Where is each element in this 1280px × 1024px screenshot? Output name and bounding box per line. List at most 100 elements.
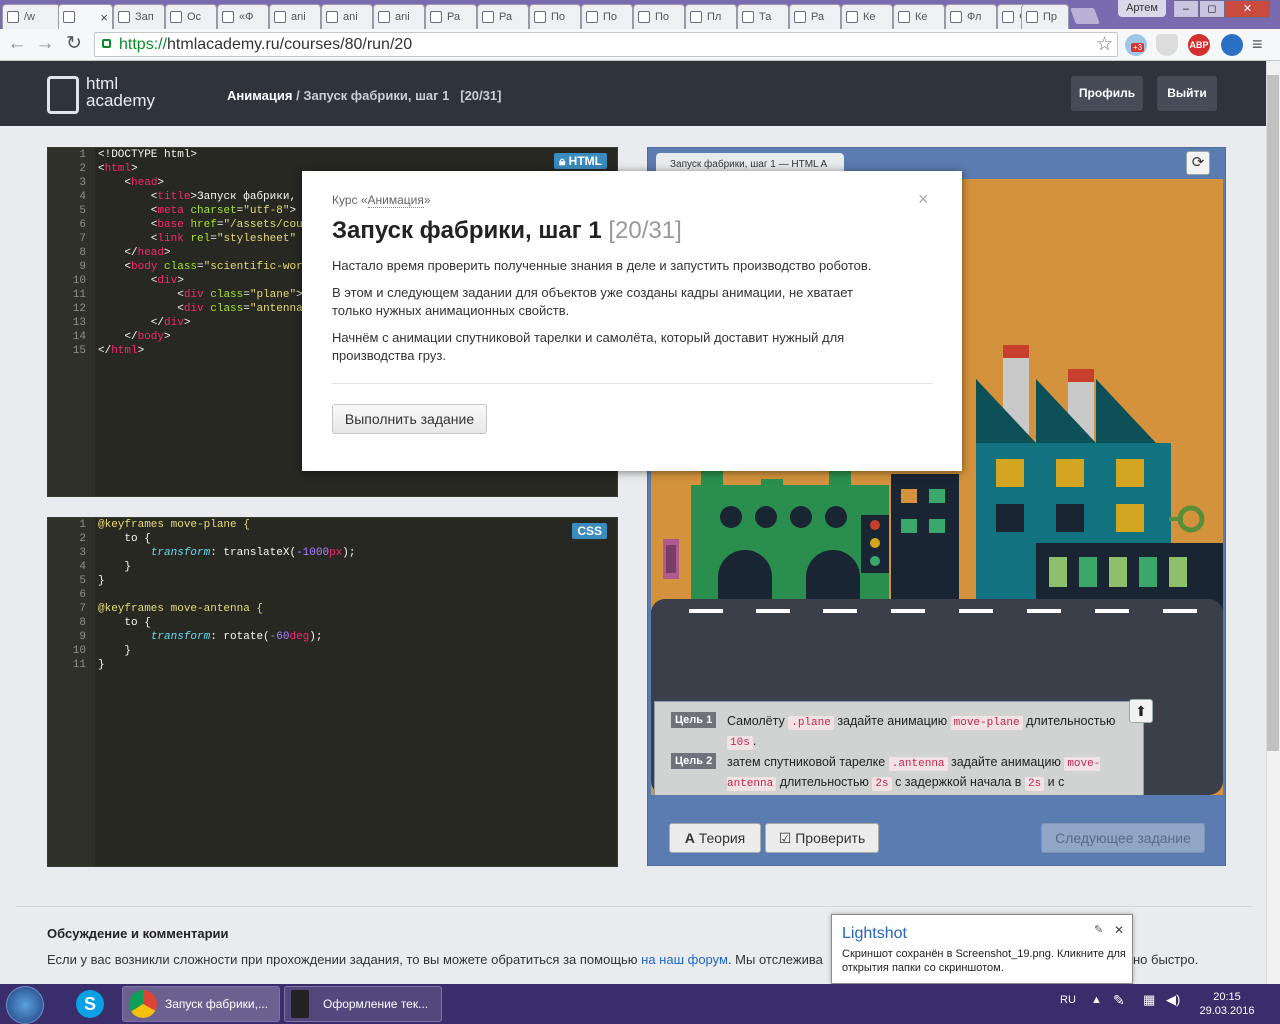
line-number: 6: [79, 219, 86, 231]
collapse-goals-icon[interactable]: ⬆: [1129, 699, 1153, 723]
browser-tab[interactable]: Зап: [113, 4, 165, 29]
goal-1: Цель 1 Самолёту .plane задайте анимацию …: [671, 712, 1133, 752]
course-link[interactable]: Анимация: [367, 193, 424, 208]
tab-label: Та: [759, 11, 772, 23]
scrollbar-thumb[interactable]: [1267, 75, 1279, 751]
code-tag: .plane: [788, 716, 834, 730]
line-number: 1: [79, 149, 86, 161]
forward-icon[interactable]: →: [34, 33, 56, 55]
forum-link[interactable]: на наш форум: [641, 952, 728, 967]
logo-line-2: academy: [86, 91, 155, 110]
tab-label: По: [551, 11, 566, 23]
browser-tab[interactable]: По: [581, 4, 633, 29]
code-line: <div class="plane">: [98, 289, 303, 301]
skype-icon[interactable]: S: [76, 990, 104, 1018]
globe-icon[interactable]: [1221, 34, 1243, 56]
logout-button[interactable]: Выйти: [1157, 76, 1217, 111]
tab-favicon-icon: [170, 11, 182, 23]
address-bar[interactable]: https://htmlacademy.ru/courses/80/run/20…: [94, 32, 1118, 57]
browser-tab[interactable]: Ке: [841, 4, 893, 29]
browser-tab[interactable]: Пл: [685, 4, 737, 29]
back-icon[interactable]: ←: [6, 33, 28, 55]
reload-icon[interactable]: ↻: [63, 33, 85, 55]
maximize-button[interactable]: ◻: [1199, 0, 1225, 18]
modal-close-icon[interactable]: ×: [918, 189, 929, 210]
browser-tab[interactable]: Ос: [165, 4, 217, 29]
logo-line-1: html: [86, 74, 119, 93]
taskbar-item-editor[interactable]: Оформление тек...: [284, 986, 442, 1022]
course-prefix: Курс «: [332, 193, 368, 207]
breadcrumb-current: / Запуск фабрики, шаг 1 [20/31]: [292, 88, 502, 103]
browser-tab[interactable]: «Ф: [217, 4, 269, 29]
theory-button[interactable]: A Теория: [669, 823, 761, 853]
lock-icon: [102, 39, 111, 48]
browser-tab[interactable]: Ра: [477, 4, 529, 29]
browser-tab[interactable]: Пр: [1021, 4, 1069, 29]
code-line: </div>: [98, 317, 191, 329]
code-line: </head>: [98, 247, 171, 259]
lightshot-notification[interactable]: Lightshot ✎ ✕ Скриншот сохранён в Screen…: [831, 914, 1133, 984]
lock-icon: 🔒︎: [558, 154, 566, 168]
lightshot-text[interactable]: Скриншот сохранён в Screenshot_19.png. К…: [842, 947, 1128, 975]
volume-icon[interactable]: ◀): [1166, 992, 1180, 1008]
shield-icon[interactable]: [1156, 34, 1178, 56]
extension-badge: +3: [1131, 43, 1145, 52]
minimize-button[interactable]: –: [1173, 0, 1199, 18]
profile-button[interactable]: Профиль: [1071, 76, 1143, 111]
browser-tab[interactable]: Ра: [425, 4, 477, 29]
goal-text-part: затем спутниковой тарелке: [727, 755, 889, 769]
browser-tab[interactable]: По: [529, 4, 581, 29]
profile-name[interactable]: Артем: [1118, 0, 1166, 17]
clock[interactable]: 20:15 29.03.2016: [1198, 990, 1256, 1018]
css-editor[interactable]: 1 2 3 4 5 6 7 8 9 10 11 @keyframes move-…: [47, 517, 618, 867]
close-icon[interactable]: ✕: [1114, 923, 1124, 937]
refresh-icon[interactable]: ⟳: [1186, 151, 1210, 175]
new-tab-button[interactable]: [1070, 8, 1100, 24]
lightshot-tray-icon[interactable]: ✎: [1113, 992, 1125, 1009]
code-line: <meta charset="utf-8">: [98, 205, 297, 217]
browser-tab[interactable]: ani: [269, 4, 321, 29]
url-text[interactable]: https://htmlacademy.ru/courses/80/run/20: [119, 36, 412, 54]
language-indicator[interactable]: RU: [1060, 994, 1076, 1006]
goal-tag: Цель 1: [671, 712, 717, 728]
menu-icon[interactable]: ≡: [1252, 35, 1263, 53]
tab-close-icon[interactable]: ×: [100, 10, 108, 25]
line-number: 11: [72, 659, 86, 671]
browser-tab[interactable]: Фл: [945, 4, 997, 29]
line-number: 10: [72, 275, 86, 287]
logo-text[interactable]: html academy: [86, 75, 155, 109]
tab-favicon-icon: [274, 11, 286, 23]
adblock-icon[interactable]: ABP: [1188, 34, 1210, 56]
theory-icon: A: [684, 830, 695, 846]
check-button[interactable]: ☑ Проверить: [765, 823, 879, 853]
taskbar-item-label: Запуск фабрики,...: [165, 997, 268, 1011]
start-task-button[interactable]: Выполнить задание: [332, 404, 487, 434]
browser-tab[interactable]: /w: [2, 4, 60, 29]
browser-tab[interactable]: Та: [737, 4, 789, 29]
browser-tab[interactable]: ani: [321, 4, 373, 29]
goals-box: Цель 1 Самолёту .plane задайте анимацию …: [654, 701, 1144, 795]
start-button[interactable]: [6, 986, 44, 1024]
browser-tab-active[interactable]: ×: [58, 4, 113, 29]
browser-tab[interactable]: Ра: [789, 4, 841, 29]
tab-label: Ра: [447, 11, 461, 23]
tab-label: По: [603, 11, 618, 23]
browser-tab[interactable]: Ке: [893, 4, 945, 29]
line-number: 12: [72, 303, 86, 315]
tab-favicon-icon: [742, 11, 754, 23]
bookmark-star-icon[interactable]: ☆: [1096, 33, 1113, 56]
next-task-button[interactable]: Следующее задание: [1041, 823, 1205, 853]
pin-icon[interactable]: ✎: [1094, 923, 1103, 936]
tray-expand-icon[interactable]: ▲: [1091, 994, 1102, 1006]
browser-tab[interactable]: ani: [373, 4, 425, 29]
discussion-text-part: Если у вас возникли сложности при прохож…: [47, 952, 642, 967]
taskbar-item-chrome[interactable]: Запуск фабрики,...: [122, 986, 280, 1022]
logo-icon[interactable]: [47, 76, 79, 114]
network-icon[interactable]: ▦: [1143, 992, 1155, 1008]
breadcrumb-course-link[interactable]: Анимация: [227, 88, 292, 103]
browser-tab[interactable]: По: [633, 4, 685, 29]
line-number: 9: [79, 261, 86, 273]
close-window-button[interactable]: ✕: [1225, 0, 1270, 18]
tab-label: Пр: [1043, 11, 1058, 23]
discussion-text-part: . Мы отслежива: [727, 952, 823, 967]
